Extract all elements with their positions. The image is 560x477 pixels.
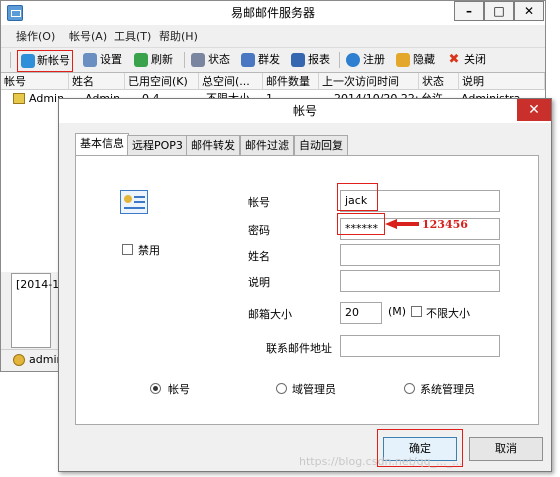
menu-account[interactable]: 帐号(A) bbox=[69, 28, 107, 44]
log-panel: [2014-1( bbox=[11, 273, 64, 348]
account-highlight-box bbox=[337, 183, 378, 211]
account-icon bbox=[13, 93, 25, 104]
hide-icon bbox=[396, 53, 410, 67]
description-label: 说明 bbox=[248, 276, 270, 289]
report-label: 报表 bbox=[308, 53, 330, 66]
watermark: https://blog.csdn.net/qq_..._... bbox=[299, 455, 463, 468]
new-account-button[interactable]: 新帐号 bbox=[17, 50, 73, 72]
disable-label: 禁用 bbox=[138, 244, 160, 257]
broadcast-icon bbox=[241, 53, 255, 67]
new-account-label: 新帐号 bbox=[37, 54, 70, 67]
menu-operation[interactable]: 操作(O) bbox=[16, 28, 55, 44]
unlimited-checkbox[interactable] bbox=[411, 306, 422, 317]
col-name[interactable]: 姓名 bbox=[69, 73, 125, 90]
tab-basic-info[interactable]: 基本信息 bbox=[75, 133, 129, 156]
password-highlight-box bbox=[337, 213, 385, 235]
list-header: 帐号 姓名 已用空间(K) 总空间(... 邮件数量 上一次访问时间 状态 说明 bbox=[1, 73, 545, 90]
dialog-close-icon[interactable]: ✕ bbox=[517, 99, 551, 121]
name-field[interactable] bbox=[340, 244, 500, 266]
mailbox-size-field[interactable]: 20 bbox=[340, 302, 382, 324]
role-account-label: 帐号 bbox=[168, 383, 190, 396]
status-label: 状态 bbox=[208, 53, 230, 66]
hide-label: 隐藏 bbox=[413, 53, 435, 66]
dialog-title: 帐号 bbox=[292, 104, 317, 118]
col-description[interactable]: 说明 bbox=[459, 73, 545, 90]
status-icon bbox=[191, 53, 205, 67]
account-label: 帐号 bbox=[248, 196, 270, 209]
arrow-icon bbox=[385, 219, 419, 229]
maximize-icon[interactable]: □ bbox=[484, 1, 514, 21]
close-app-label: 关闭 bbox=[464, 53, 486, 66]
role-system-admin-radio[interactable] bbox=[404, 383, 415, 394]
menu-help[interactable]: 帮助(H) bbox=[159, 28, 198, 44]
globe-icon bbox=[21, 54, 35, 68]
user-icon bbox=[13, 354, 25, 366]
disable-checkbox[interactable] bbox=[122, 244, 133, 255]
refresh-button[interactable]: 刷新 bbox=[134, 51, 173, 69]
account-dialog: 帐号 ✕ 基本信息 远程POP3 邮件转发 邮件过滤 自动回复 禁用 帐号 ja… bbox=[58, 98, 552, 472]
settings-button[interactable]: 设置 bbox=[83, 51, 122, 69]
toolbar: 新帐号 设置 刷新 状态 群发 报表 注册 隐藏 ✖ 关闭 bbox=[1, 47, 545, 72]
refresh-icon bbox=[134, 53, 148, 67]
info-icon bbox=[346, 53, 360, 67]
col-used-space[interactable]: 已用空间(K) bbox=[125, 73, 199, 90]
broadcast-label: 群发 bbox=[258, 53, 280, 66]
register-label: 注册 bbox=[363, 53, 385, 66]
role-account-radio[interactable] bbox=[150, 383, 161, 394]
tab-mail-filter[interactable]: 邮件过滤 bbox=[240, 135, 294, 155]
report-button[interactable]: 报表 bbox=[291, 51, 330, 69]
toolbar-separator bbox=[339, 52, 340, 68]
settings-icon bbox=[83, 53, 97, 67]
mailbox-size-label: 邮箱大小 bbox=[248, 308, 292, 321]
contact-field[interactable] bbox=[340, 335, 500, 357]
log-text: [2014-1( bbox=[16, 278, 64, 291]
password-label: 密码 bbox=[248, 224, 270, 237]
col-last-access[interactable]: 上一次访问时间 bbox=[319, 73, 419, 90]
toolbar-separator bbox=[10, 52, 11, 68]
tab-remote-pop3[interactable]: 远程POP3 bbox=[127, 135, 188, 155]
broadcast-button[interactable]: 群发 bbox=[241, 51, 280, 69]
tab-auto-reply[interactable]: 自动回复 bbox=[294, 135, 348, 155]
password-annotation: 123456 bbox=[422, 218, 468, 231]
tab-mail-forward[interactable]: 邮件转发 bbox=[186, 135, 240, 155]
role-domain-admin-label: 域管理员 bbox=[292, 383, 336, 396]
minimize-icon[interactable]: – bbox=[454, 1, 484, 21]
close-x-icon: ✖ bbox=[448, 52, 460, 67]
col-mail-count[interactable]: 邮件数量 bbox=[263, 73, 319, 90]
hide-button[interactable]: 隐藏 bbox=[396, 51, 435, 69]
account-card-icon bbox=[120, 190, 148, 214]
refresh-label: 刷新 bbox=[151, 53, 173, 66]
description-field[interactable] bbox=[340, 270, 500, 292]
dialog-title-bar: 帐号 ✕ bbox=[59, 99, 551, 123]
role-domain-admin-radio[interactable] bbox=[276, 383, 287, 394]
contact-label: 联系邮件地址 bbox=[266, 342, 332, 355]
main-title-bar: 易邮邮件服务器 – □ ✕ bbox=[1, 1, 545, 25]
unlimited-label: 不限大小 bbox=[426, 307, 470, 320]
menu-bar: 操作(O) 帐号(A) 工具(T) 帮助(H) bbox=[1, 26, 545, 46]
report-icon bbox=[291, 53, 305, 67]
col-status[interactable]: 状态 bbox=[419, 73, 459, 90]
close-app-button[interactable]: ✖ 关闭 bbox=[447, 51, 486, 69]
menu-tools[interactable]: 工具(T) bbox=[114, 28, 151, 44]
close-icon[interactable]: ✕ bbox=[514, 1, 544, 21]
mailbox-unit: (M) bbox=[388, 305, 407, 318]
basic-info-panel: 禁用 帐号 jack 密码 ****** 123456 姓名 说明 邮箱大小 2… bbox=[75, 155, 539, 425]
col-account[interactable]: 帐号 bbox=[1, 73, 69, 90]
col-total-space[interactable]: 总空间(... bbox=[199, 73, 263, 90]
register-button[interactable]: 注册 bbox=[346, 51, 385, 69]
role-system-admin-label: 系统管理员 bbox=[420, 383, 475, 396]
toolbar-separator bbox=[184, 52, 185, 68]
cancel-button[interactable]: 取消 bbox=[469, 437, 543, 461]
name-label: 姓名 bbox=[248, 250, 270, 263]
settings-label: 设置 bbox=[100, 53, 122, 66]
status-button[interactable]: 状态 bbox=[191, 51, 230, 69]
